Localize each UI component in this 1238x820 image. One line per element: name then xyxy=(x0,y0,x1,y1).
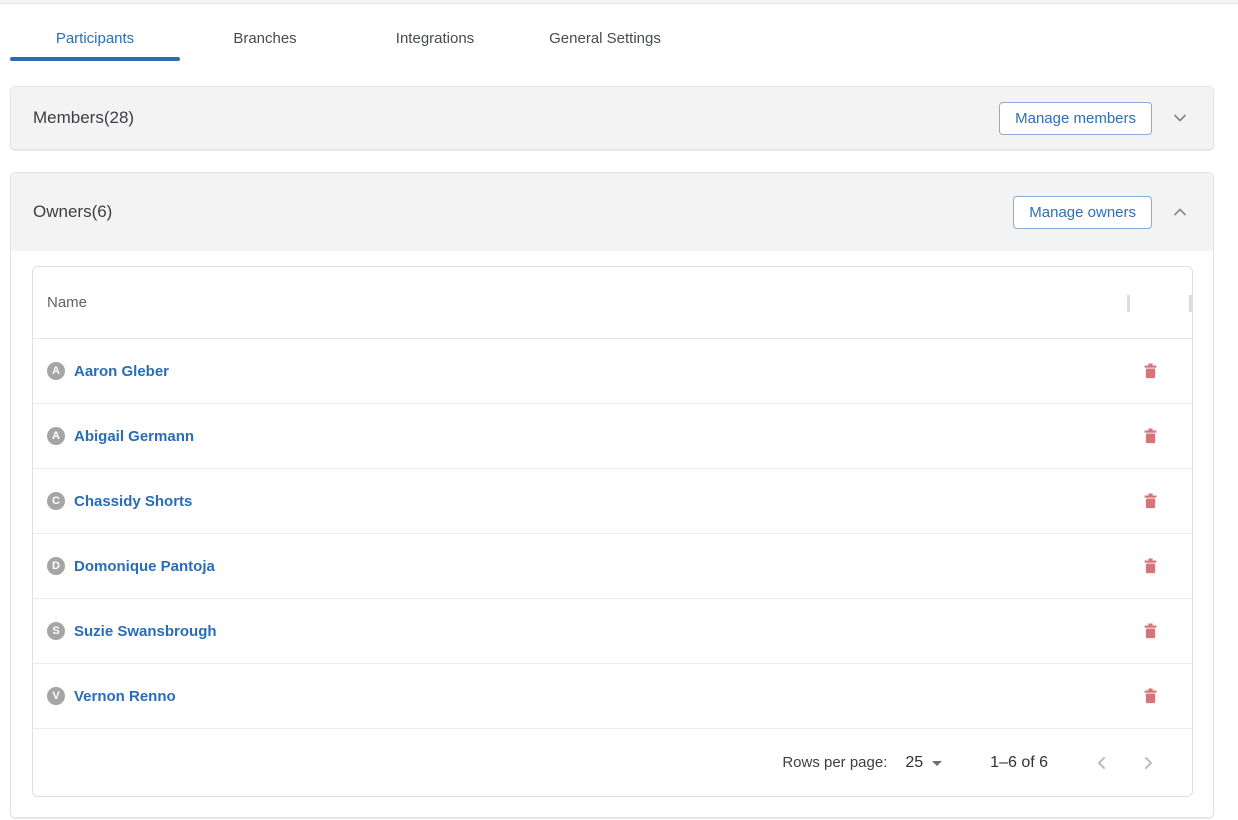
avatar-initial: D xyxy=(52,560,60,572)
avatar-initial: A xyxy=(52,365,60,377)
delete-icon[interactable] xyxy=(1142,427,1159,446)
owners-title: Owners(6) xyxy=(33,202,112,222)
delete-icon[interactable] xyxy=(1142,622,1159,641)
table-header-row: Name xyxy=(33,267,1192,339)
dropdown-arrow-icon xyxy=(932,761,942,766)
chevron-right-icon[interactable] xyxy=(1138,752,1158,774)
owners-table: Name A Aaron Gleber A Abigail Germann xyxy=(32,266,1193,797)
owners-section-body: Name A Aaron Gleber A Abigail Germann xyxy=(11,251,1213,817)
tab-label: Integrations xyxy=(396,30,474,47)
tab-label: General Settings xyxy=(549,30,661,47)
avatar-initial: S xyxy=(52,625,59,637)
avatar: S xyxy=(47,622,65,640)
table-row: D Domonique Pantoja xyxy=(33,534,1192,599)
table-body: A Aaron Gleber A Abigail Germann C Chass… xyxy=(33,339,1192,729)
tab-integrations[interactable]: Integrations xyxy=(350,15,520,61)
avatar: D xyxy=(47,557,65,575)
owner-name-link[interactable]: Vernon Renno xyxy=(74,688,176,705)
pagination-bar: Rows per page: 25 1–6 of 6 xyxy=(33,729,1192,796)
table-row: A Aaron Gleber xyxy=(33,339,1192,404)
name-column-header: Name xyxy=(47,294,87,311)
owner-name-link[interactable]: Suzie Swansbrough xyxy=(74,623,217,640)
column-resize-handle[interactable] xyxy=(1127,295,1130,312)
avatar-initial: A xyxy=(52,430,60,442)
table-row: V Vernon Renno xyxy=(33,664,1192,729)
avatar: V xyxy=(47,687,65,705)
top-divider xyxy=(0,0,1238,4)
owner-name-link[interactable]: Domonique Pantoja xyxy=(74,558,215,575)
owner-name-link[interactable]: Aaron Gleber xyxy=(74,363,169,380)
avatar-initial: V xyxy=(52,690,59,702)
owners-section: Owners(6) Manage owners Name A Aaron Gle… xyxy=(10,172,1214,818)
rows-per-page-select[interactable]: 25 xyxy=(905,754,942,772)
chevron-up-icon[interactable] xyxy=(1167,199,1193,225)
delete-icon[interactable] xyxy=(1142,362,1159,381)
delete-icon[interactable] xyxy=(1142,687,1159,706)
members-section-header: Members(28) Manage members xyxy=(11,87,1213,149)
tab-general-settings[interactable]: General Settings xyxy=(520,15,690,61)
avatar: C xyxy=(47,492,65,510)
manage-owners-button[interactable]: Manage owners xyxy=(1013,196,1152,229)
column-resize-handle[interactable] xyxy=(1189,295,1192,312)
delete-icon[interactable] xyxy=(1142,557,1159,576)
owner-name-link[interactable]: Abigail Germann xyxy=(74,428,194,445)
tab-bar: Participants Branches Integrations Gener… xyxy=(10,15,1214,61)
delete-icon[interactable] xyxy=(1142,492,1159,511)
tab-participants[interactable]: Participants xyxy=(10,15,180,61)
tab-label: Participants xyxy=(56,30,134,47)
chevron-left-icon[interactable] xyxy=(1092,752,1112,774)
rows-per-page-value: 25 xyxy=(905,754,923,772)
owners-section-header: Owners(6) Manage owners xyxy=(11,173,1213,251)
avatar: A xyxy=(47,427,65,445)
tab-label: Branches xyxy=(233,30,296,47)
table-row: S Suzie Swansbrough xyxy=(33,599,1192,664)
rows-per-page-label: Rows per page: xyxy=(782,754,887,771)
members-title: Members(28) xyxy=(33,108,134,128)
avatar: A xyxy=(47,362,65,380)
avatar-initial: C xyxy=(52,495,60,507)
table-row: C Chassidy Shorts xyxy=(33,469,1192,534)
members-section: Members(28) Manage members xyxy=(10,86,1214,150)
table-row: A Abigail Germann xyxy=(33,404,1192,469)
manage-members-button[interactable]: Manage members xyxy=(999,102,1152,135)
tab-branches[interactable]: Branches xyxy=(180,15,350,61)
owner-name-link[interactable]: Chassidy Shorts xyxy=(74,493,192,510)
pagination-range: 1–6 of 6 xyxy=(990,754,1048,772)
chevron-down-icon[interactable] xyxy=(1167,105,1193,131)
